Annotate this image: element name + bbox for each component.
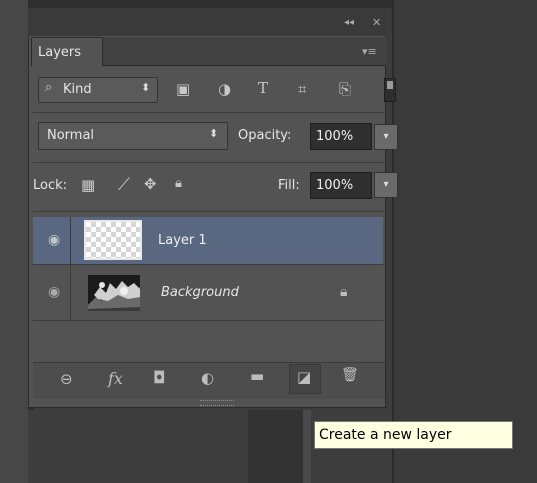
shape-layer-filter-icon[interactable]: ⌗ — [298, 80, 306, 98]
filter-toggle-switch[interactable] — [384, 78, 396, 102]
fill-value: 100% — [316, 178, 354, 193]
lock-all-icon[interactable]: 🔒︎ — [175, 176, 182, 191]
new-layer-icon[interactable]: ◪ — [297, 368, 311, 386]
panel-dock-edge — [392, 0, 394, 483]
row-divider — [33, 320, 383, 321]
smart-object-filter-icon[interactable]: ⎘ — [339, 80, 351, 98]
delete-layer-icon[interactable]: 🗑︎ — [341, 367, 359, 383]
layer-thumbnail[interactable] — [88, 275, 140, 311]
layer-mask-icon[interactable]: ◘ — [153, 368, 166, 387]
opacity-value: 100% — [316, 129, 354, 144]
layer-style-icon[interactable]: fx — [108, 369, 123, 388]
lock-image-pixels-icon[interactable]: ⟋ — [118, 175, 130, 195]
link-layers-icon[interactable]: ⊖ — [60, 370, 73, 388]
lock-transparent-pixels-icon[interactable]: ▦ — [81, 176, 95, 194]
filter-type-label: Kind — [63, 82, 92, 97]
layer-thumbnail[interactable] — [84, 220, 142, 260]
opacity-label: Opacity: — [238, 128, 292, 143]
fill-dropdown-button[interactable]: ▾ — [374, 172, 398, 198]
visibility-column-divider — [70, 217, 71, 320]
select-arrow-icon: ⬍ — [141, 81, 151, 94]
panel-tab-bar — [103, 37, 386, 66]
search-icon: ⌕ — [45, 80, 53, 95]
layer-name[interactable]: Layer 1 — [158, 233, 207, 248]
opacity-dropdown-button[interactable]: ▾ — [374, 124, 398, 150]
layer-name[interactable]: Background — [161, 285, 239, 300]
select-arrow-icon: ⬍ — [209, 127, 219, 140]
close-icon[interactable]: ✕ — [372, 16, 381, 29]
workspace-right — [392, 0, 537, 483]
pixel-layer-filter-icon[interactable]: ▣ — [176, 80, 190, 98]
collapse-icon[interactable]: ◂◂ — [344, 17, 354, 28]
adjustment-layer-filter-icon[interactable]: ◑ — [218, 80, 231, 98]
divider — [33, 211, 385, 212]
panel-header[interactable] — [28, 8, 386, 36]
tooltip: Create a new layer — [314, 421, 513, 449]
layers-panel — [28, 8, 386, 408]
panel-top-rim — [28, 0, 392, 8]
divider — [33, 162, 385, 163]
workspace-column — [248, 410, 303, 483]
type-layer-filter-icon[interactable]: T — [258, 79, 268, 97]
divider — [33, 112, 385, 113]
fill-label: Fill: — [278, 178, 300, 193]
lock-label: Lock: — [33, 178, 68, 193]
eye-icon[interactable]: ◉ — [48, 284, 60, 300]
workspace-left — [0, 0, 28, 483]
eye-icon[interactable]: ◉ — [48, 232, 60, 248]
blend-mode-value: Normal — [47, 128, 95, 143]
panel-resize-grip[interactable] — [200, 400, 234, 406]
tab-layers[interactable]: Layers — [31, 37, 103, 66]
adjustment-layer-icon[interactable]: ◐ — [201, 369, 214, 387]
new-group-icon[interactable]: ▬ — [250, 367, 264, 385]
panel-menu-icon[interactable]: ▾≡ — [362, 45, 377, 58]
filter-type-select[interactable] — [38, 77, 158, 103]
workspace-column-edge — [303, 410, 311, 483]
lock-position-icon[interactable]: ✥ — [144, 175, 157, 193]
lock-icon: 🔒︎ — [340, 284, 348, 300]
